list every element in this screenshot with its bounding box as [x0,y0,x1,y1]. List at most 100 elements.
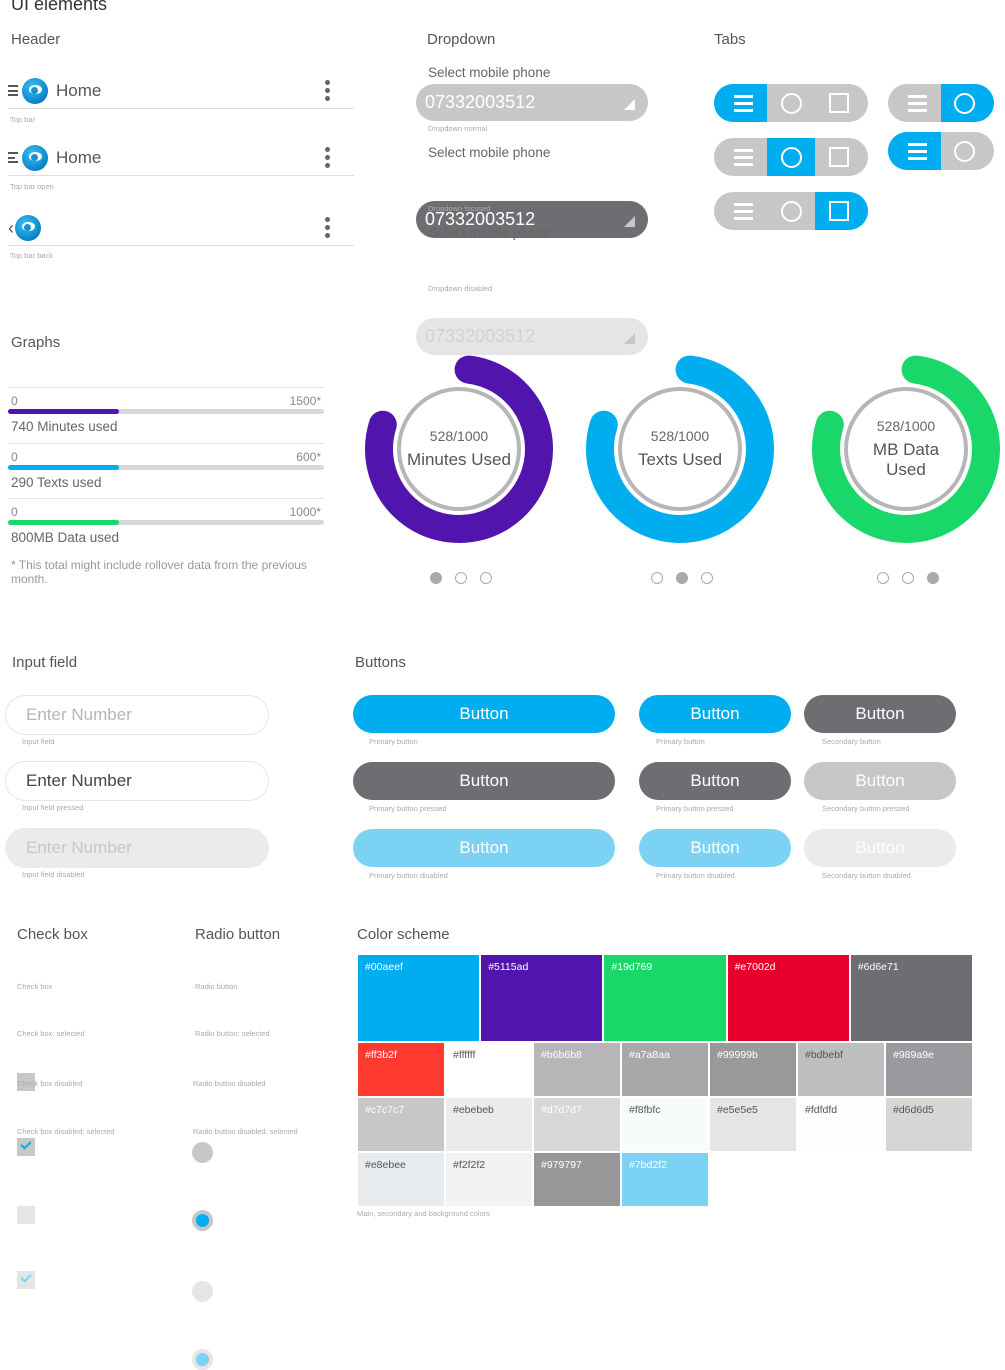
more-options-icon[interactable] [325,217,330,238]
pager-dot[interactable] [676,572,688,584]
number-input-pressed[interactable]: Enter Number [5,761,269,801]
tab-square[interactable] [815,84,868,122]
button-caption: Primary button pressed [369,804,447,813]
checkbox-selected[interactable] [17,1138,35,1156]
pager-dot[interactable] [877,572,889,584]
dropdown-normal[interactable]: 07332003512 [416,84,648,121]
tab-circle[interactable] [941,84,994,122]
tab-menu[interactable] [714,138,767,176]
primary-button-pressed[interactable]: Button [639,762,791,800]
radio-button-selected[interactable] [192,1210,213,1231]
menu-icon [734,202,753,220]
checkmark-icon [20,1138,32,1150]
tab-group-menu-active [714,84,868,122]
circle-icon [780,200,802,222]
pager-dot[interactable] [480,572,492,584]
tab-menu[interactable] [714,192,767,230]
hamburger-menu-icon[interactable] [8,85,18,96]
divider [8,443,324,444]
primary-button-disabled-wide: Button [353,829,615,867]
pager-dot[interactable] [651,572,663,584]
usage-bar-texts: 0 600* 290 Texts used [8,443,324,490]
primary-button-pressed-wide[interactable]: Button [353,762,615,800]
donut-label: Texts Used [637,449,723,469]
color-swatch: #d6d6d5 [886,1098,972,1151]
app-logo-icon[interactable] [22,77,48,104]
color-swatch: #b6b6b8 [534,1043,620,1096]
color-swatch: #f8fbfc [622,1098,708,1151]
more-options-icon[interactable] [325,147,330,168]
top-bar: Home [8,73,354,109]
graphs-section-title: Graphs [11,334,61,351]
donut-texts: 528/1000 Texts Used [580,349,780,549]
radio-button[interactable] [192,1142,213,1163]
bar-used-label: 290 Texts used [11,475,102,490]
color-swatch: #19d769 [604,955,726,1041]
pager-dot[interactable] [902,572,914,584]
back-chevron-icon[interactable]: ‹ [8,219,14,237]
pager-dot[interactable] [430,572,442,584]
checkmark-icon [20,1271,32,1283]
tab-square[interactable] [815,138,868,176]
color-swatch: #ffffff [446,1043,532,1096]
checkbox-disabled-selected [17,1271,35,1289]
hamburger-menu-open-icon[interactable] [8,152,18,163]
color-scheme-section-title: Color scheme [357,926,450,943]
top-bar-caption: Top bar [10,115,36,124]
usage-bar-minutes: 0 1500* 740 Minutes used [8,387,324,434]
number-input[interactable]: Enter Number [5,695,269,735]
checkbox-disabled [17,1206,35,1224]
circle-icon [780,92,802,114]
number-input-disabled: Enter Number [5,828,269,868]
rollover-footnote: * This total might include rollover data… [11,558,307,586]
radio-section-title: Radio button [195,926,281,943]
header-section-title: Header [11,31,61,48]
primary-button-wide[interactable]: Button [353,695,615,733]
tab-menu[interactable] [888,132,941,170]
checkbox-section-title: Check box [17,926,88,943]
menu-icon [734,148,753,166]
top-bar-title: Home [56,147,102,167]
radio-caption: Radio button disabled [193,1079,266,1088]
tab-menu[interactable] [888,84,941,122]
dropdown-caption: Dropdown focused [428,204,491,213]
button-caption: Primary button [656,737,705,746]
secondary-button-disabled: Button [804,829,956,867]
tab-square[interactable] [815,192,868,230]
color-swatch: #6d6e71 [850,955,972,1041]
pager-dot[interactable] [455,572,467,584]
color-palette: #00aeef #5115ad #19d769 #e7002d #6d6e71 #ff3b… [357,954,973,1208]
color-swatch: #c7c7c7 [358,1098,444,1151]
secondary-button-pressed[interactable]: Button [804,762,956,800]
radio-button-disabled [192,1281,213,1302]
color-swatch: #00aeef [358,955,480,1041]
pager-dot[interactable] [701,572,713,584]
top-bar-back-caption: Top bar back [10,251,53,260]
tab-menu[interactable] [714,84,767,122]
app-logo-icon[interactable] [15,214,41,241]
pager-dots[interactable] [430,572,492,584]
tab-circle[interactable] [767,138,815,176]
radio-caption: Radio button: selected [195,1029,270,1038]
pager-dots[interactable] [651,572,713,584]
primary-button[interactable]: Button [639,695,791,733]
pager-dots[interactable] [877,572,939,584]
input-caption: Input field disabled [22,870,85,879]
tab-group-two-menu-active [888,132,994,170]
input-section-title: Input field [12,654,78,671]
dropdown-section-title: Dropdown [427,31,496,48]
tab-circle[interactable] [767,192,815,230]
app-logo-icon[interactable] [22,144,48,171]
color-swatch: #e8ebee [358,1153,444,1206]
more-options-icon[interactable] [325,80,330,101]
tab-circle[interactable] [767,84,815,122]
pager-dot[interactable] [927,572,939,584]
tab-circle[interactable] [941,132,994,170]
bar-fill [8,520,119,525]
radio-dot [196,1214,209,1227]
buttons-section-title: Buttons [355,654,406,671]
color-swatch: #5115ad [481,955,603,1041]
donut-label: MB Data Used [872,439,940,479]
secondary-button[interactable]: Button [804,695,956,733]
bar-track [8,409,324,414]
